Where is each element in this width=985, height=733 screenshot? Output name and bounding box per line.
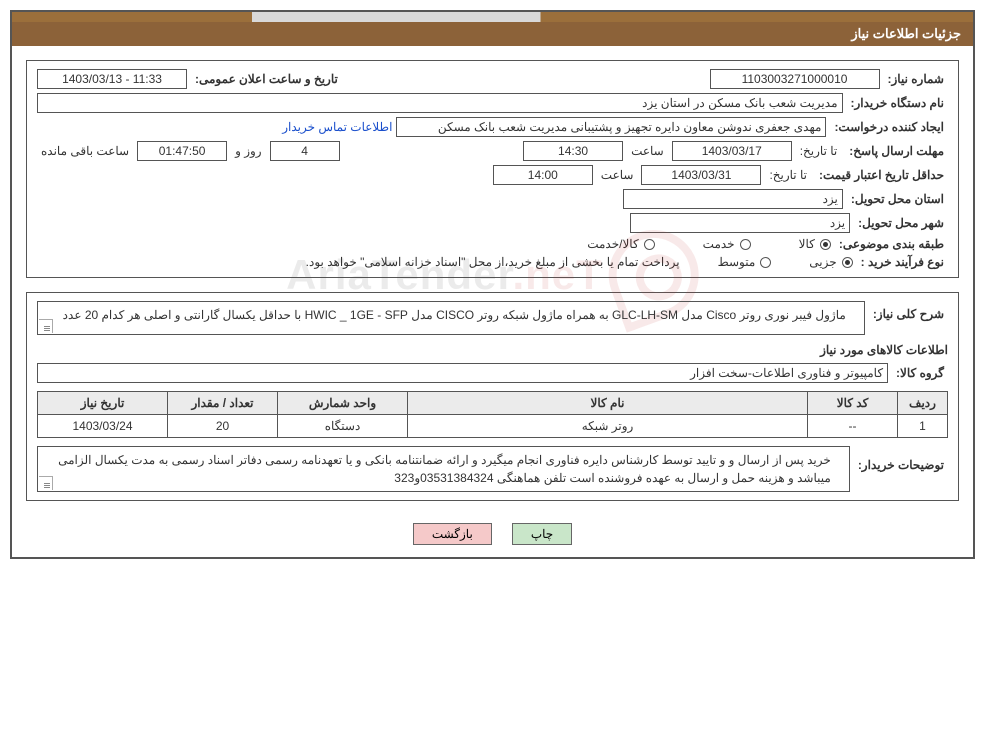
group-label: گروه کالا: [892, 366, 948, 380]
th-unit: واحد شمارش [278, 392, 408, 415]
page-title: جزئیات اطلاعات نیاز [12, 22, 973, 46]
resize-icon [39, 319, 53, 333]
need-detail-section: شرح کلی نیاز: ماژول فیبر نوری روتر Cisco… [26, 292, 959, 501]
days-label: روز و [231, 144, 266, 158]
category-label: طبقه بندی موضوعی: [835, 237, 948, 251]
contact-link[interactable]: اطلاعات تماس خریدار [282, 120, 392, 134]
th-row: ردیف [898, 392, 948, 415]
hour-label-2: ساعت [597, 168, 638, 182]
radio-icon [740, 239, 751, 250]
announce-value: 11:33 - 1403/03/13 [37, 69, 187, 89]
radio-icon [842, 257, 853, 268]
back-button[interactable]: بازگشت [413, 523, 492, 545]
days-left: 4 [270, 141, 340, 161]
radio-icon [760, 257, 771, 268]
cell-row: 1 [898, 415, 948, 438]
buttons-row: چاپ بازگشت [12, 515, 973, 557]
deadline-date: 1403/03/17 [672, 141, 792, 161]
creator-label: ایجاد کننده درخواست: [830, 120, 948, 134]
radio-goods-service[interactable]: کالا/خدمت [587, 237, 654, 251]
city-label: شهر محل تحویل: [854, 216, 948, 230]
quote-time: 14:00 [493, 165, 593, 185]
overview-textarea[interactable]: ماژول فیبر نوری روتر Cisco مدل GLC-LH-SM… [37, 301, 865, 335]
overview-text: ماژول فیبر نوری روتر Cisco مدل GLC-LH-SM… [63, 308, 846, 322]
th-date: تاریخ نیاز [38, 392, 168, 415]
items-title: اطلاعات کالاهای مورد نیاز [37, 343, 948, 357]
hour-label-1: ساعت [627, 144, 668, 158]
deadline-label: مهلت ارسال پاسخ: [845, 144, 948, 158]
cell-unit: دستگاه [278, 415, 408, 438]
main-panel: جزئیات اطلاعات نیاز شماره نیاز: 11030032… [10, 10, 975, 559]
radio-icon [820, 239, 831, 250]
table-row: 1 -- روتر شبکه دستگاه 20 1403/03/24 [38, 415, 948, 438]
cell-name: روتر شبکه [408, 415, 808, 438]
quote-valid-label: حداقل تاریخ اعتبار قیمت: [815, 168, 948, 182]
radio-medium[interactable]: متوسط [718, 255, 772, 269]
remain-label: ساعت باقی مانده [37, 144, 133, 158]
purchase-type-label: نوع فرآیند خرید : [857, 255, 948, 269]
th-code: کد کالا [808, 392, 898, 415]
buyer-org-label: نام دستگاه خریدار: [847, 96, 949, 110]
announce-label: تاریخ و ساعت اعلان عمومی: [191, 72, 342, 86]
buyer-notes-label: توضیحات خریدار: [854, 446, 948, 472]
province-value: یزد [623, 189, 843, 209]
need-no-value: 1103003271000010 [710, 69, 880, 89]
header-strip [12, 12, 973, 22]
creator-value: مهدی جعفری ندوشن معاون دایره تجهیز و پشت… [396, 117, 826, 137]
cell-qty: 20 [168, 415, 278, 438]
countdown: 01:47:50 [137, 141, 227, 161]
city-value: یزد [630, 213, 850, 233]
radio-small[interactable]: جزیی [809, 255, 852, 269]
quote-date: 1403/03/31 [641, 165, 761, 185]
province-label: استان محل تحویل: [847, 192, 948, 206]
until-date-label: تا تاریخ: [796, 144, 842, 158]
print-button[interactable]: چاپ [512, 523, 572, 545]
buyer-org-value: مدیریت شعب بانک مسکن در استان یزد [37, 93, 843, 113]
radio-icon [644, 239, 655, 250]
items-table: ردیف کد کالا نام کالا واحد شمارش تعداد /… [37, 391, 948, 438]
until-date-label-2: تا تاریخ: [765, 168, 811, 182]
resize-icon [39, 476, 53, 490]
radio-goods[interactable]: کالا [799, 237, 831, 251]
buyer-notes-textarea[interactable]: خرید پس از ارسال و و تایید توسط کارشناس … [37, 446, 850, 492]
payment-note: پرداخت تمام یا بخشی از مبلغ خرید،از محل … [306, 255, 680, 269]
th-name: نام کالا [408, 392, 808, 415]
cell-code: -- [808, 415, 898, 438]
deadline-time: 14:30 [523, 141, 623, 161]
th-qty: تعداد / مقدار [168, 392, 278, 415]
buyer-notes-text: خرید پس از ارسال و و تایید توسط کارشناس … [58, 453, 831, 485]
overview-label: شرح کلی نیاز: [869, 301, 948, 321]
group-value: کامپیوتر و فناوری اطلاعات-سخت افزار [37, 363, 888, 383]
table-header-row: ردیف کد کالا نام کالا واحد شمارش تعداد /… [38, 392, 948, 415]
need-no-label: شماره نیاز: [884, 72, 948, 86]
radio-service[interactable]: خدمت [703, 237, 751, 251]
need-info-section: شماره نیاز: 1103003271000010 تاریخ و ساع… [26, 60, 959, 278]
cell-date: 1403/03/24 [38, 415, 168, 438]
